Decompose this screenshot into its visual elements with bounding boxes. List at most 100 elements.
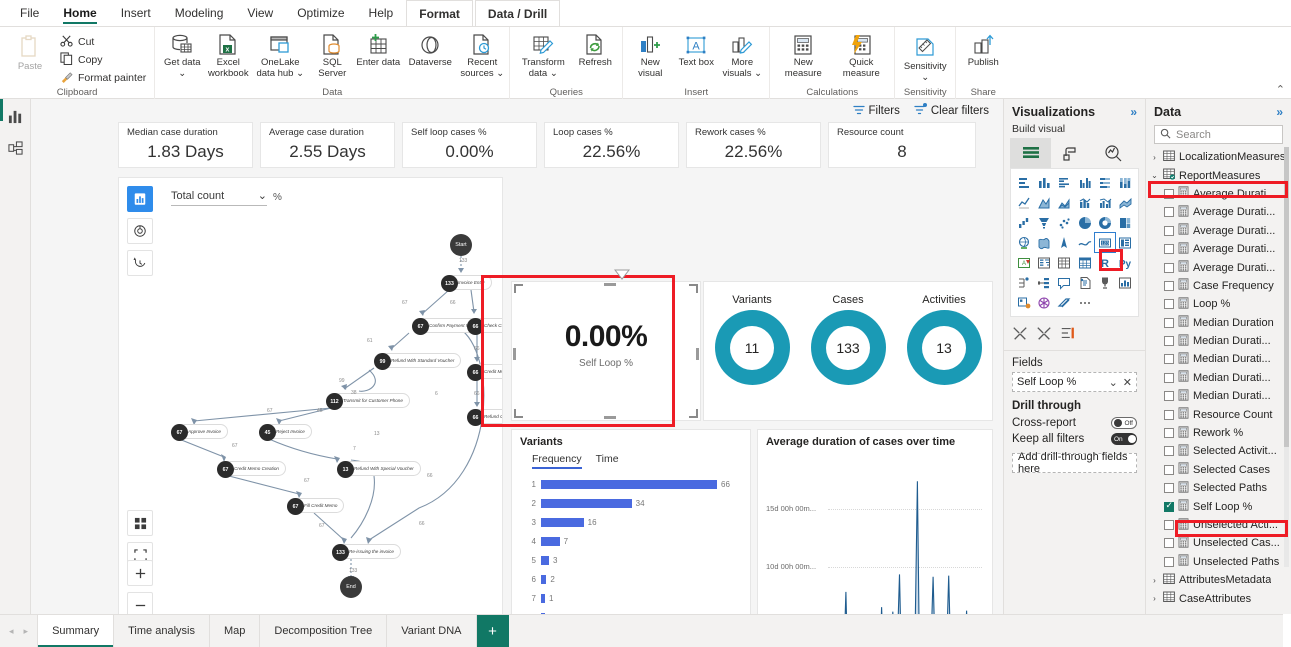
process-node[interactable]: 133 Re-issuing the invoice	[325, 537, 401, 570]
viz-type-line-stacked-column-chart[interactable]	[1075, 193, 1094, 212]
tab-time[interactable]: Time	[596, 453, 619, 469]
resize-handle-ne[interactable]	[689, 284, 698, 293]
prev-page-button[interactable]: ◂	[9, 626, 14, 637]
ribbon-tab-format[interactable]: Format	[406, 0, 473, 26]
process-node[interactable]: 67 Fill Credit Memo	[280, 491, 345, 524]
field-item-selected-paths[interactable]: Selected Paths	[1150, 479, 1291, 497]
resize-handle-s[interactable]	[604, 416, 616, 419]
self-loop-card-visual[interactable]: 0.00% Self Loop %	[511, 281, 701, 421]
viz-type-card-visual[interactable]: 123	[1094, 232, 1116, 253]
viz-type-stacked-area-chart[interactable]	[1055, 193, 1074, 212]
field-item-unselected-paths[interactable]: Unselected Paths	[1150, 553, 1291, 571]
build-tool-icon[interactable]	[1012, 325, 1028, 344]
process-node-start[interactable]: Start	[450, 234, 472, 256]
analytics-tab[interactable]	[1092, 138, 1133, 168]
variant-bar-row[interactable]: 2 34	[520, 494, 742, 513]
viz-type-matrix-visual[interactable]	[1075, 253, 1094, 272]
variant-bar[interactable]	[541, 575, 547, 584]
kpi-card[interactable]: Average case duration 2.55 Days	[260, 122, 395, 168]
process-node[interactable]: 13 Refund With Special Voucher	[330, 454, 421, 487]
collapse-ribbon-button[interactable]: ⌃	[1276, 83, 1285, 96]
format-painter-button[interactable]: Format painter	[56, 69, 150, 87]
add-page-button[interactable]: +	[476, 615, 509, 647]
viz-type-area-chart[interactable]	[1034, 193, 1053, 212]
process-node[interactable]: 99 Refund With Standard Voucher	[367, 346, 462, 379]
field-checkbox[interactable]	[1164, 500, 1174, 512]
chevron-down-icon[interactable]: ⌄	[921, 72, 929, 83]
field-checkbox[interactable]	[1164, 280, 1174, 291]
table-item-attributesmetadata[interactable]: › AttributesMetadata	[1150, 571, 1291, 589]
kpi-card[interactable]: Resource count 8	[828, 122, 976, 168]
field-checkbox[interactable]	[1164, 336, 1174, 347]
collapse-pane-icon[interactable]: »	[1276, 105, 1283, 119]
text-box-button[interactable]: A Text box	[673, 30, 719, 69]
table-item-localizationmeasures[interactable]: › LocalizationMeasures	[1150, 148, 1291, 166]
viz-type-key-influencers-visual[interactable]	[1034, 273, 1053, 292]
viz-type-power-automate-visual[interactable]	[1034, 293, 1053, 312]
table-item-reportmeasures[interactable]: ⌄ ReportMeasures	[1150, 166, 1291, 184]
search-input[interactable]: Search	[1154, 125, 1283, 144]
field-checkbox[interactable]	[1164, 520, 1174, 530]
page-tab-time-analysis[interactable]: Time analysis	[114, 615, 210, 647]
dataverse-button[interactable]: Dataverse	[401, 30, 459, 69]
field-item-rework[interactable]: Rework %	[1150, 424, 1291, 442]
viz-type-100-stacked-column-chart[interactable]	[1116, 173, 1135, 192]
field-item-selected-cases[interactable]: Selected Cases	[1150, 461, 1291, 479]
donut-kpi[interactable]: Variants 11	[704, 282, 800, 420]
sensitivity-button[interactable]: Sensitivity ⌄	[899, 30, 951, 83]
page-tab-map[interactable]: Map	[209, 615, 261, 647]
field-checkbox[interactable]	[1164, 299, 1174, 310]
model-relationship-icon[interactable]	[3, 137, 27, 159]
refresh-button[interactable]: Refresh	[572, 30, 618, 69]
cut-button[interactable]: Cut	[56, 33, 150, 51]
chevron-down-icon[interactable]: ⌄	[1109, 376, 1118, 389]
field-item-median-durati[interactable]: Median Durati...	[1150, 332, 1291, 350]
viz-type-scatter-chart[interactable]	[1055, 213, 1074, 232]
viz-type-funnel-chart[interactable]	[1034, 213, 1053, 232]
field-checkbox[interactable]	[1164, 262, 1174, 273]
more-visuals-button[interactable]: More visuals ⌄	[719, 30, 765, 79]
process-node[interactable]: 66Refund Customer	[460, 402, 502, 435]
viz-type-azure-map-visual[interactable]	[1055, 233, 1074, 252]
variant-bar[interactable]	[541, 594, 545, 603]
ribbon-tab-modeling[interactable]: Modeling	[163, 0, 236, 26]
field-item-loop[interactable]: Loop %	[1150, 295, 1291, 313]
field-checkbox[interactable]	[1164, 391, 1174, 402]
field-item-median-durati[interactable]: Median Durati...	[1150, 350, 1291, 368]
field-checkbox[interactable]	[1164, 372, 1174, 383]
viz-type-power-apps-visual[interactable]	[1014, 293, 1033, 312]
viz-type-r-script-visual[interactable]: R	[1095, 253, 1114, 272]
transform-data-button[interactable]: Transform data ⌄	[514, 30, 572, 79]
field-item-average-durati[interactable]: Average Durati...	[1150, 222, 1291, 240]
new-measure-button[interactable]: New measure	[774, 30, 832, 79]
variant-bar[interactable]	[541, 537, 560, 546]
new-visual-button[interactable]: New visual	[627, 30, 673, 79]
tab-frequency[interactable]: Frequency	[532, 453, 582, 469]
field-checkbox[interactable]	[1164, 244, 1174, 255]
format-visual-tab[interactable]	[1051, 138, 1092, 168]
viz-type-table-visual[interactable]	[1055, 253, 1074, 272]
viz-type-treemap-chart[interactable]	[1116, 213, 1135, 232]
kpi-card[interactable]: Self loop cases % 0.00%	[402, 122, 537, 168]
viz-type-stacked-bar-chart[interactable]	[1014, 173, 1033, 192]
viz-type-map-visual[interactable]	[1014, 233, 1033, 252]
process-node[interactable]: 67 Approve Invoice	[164, 417, 228, 450]
keep-all-filters-toggle[interactable]: On	[1111, 433, 1137, 445]
analytics-tool-icon[interactable]	[1060, 325, 1076, 344]
field-item-case-frequency[interactable]: Case Frequency	[1150, 277, 1291, 295]
field-checkbox[interactable]	[1164, 317, 1174, 328]
donut-kpi-visual[interactable]: Variants 11 Cases 133 Activities 13	[703, 281, 993, 421]
variant-bar-row[interactable]: 62	[520, 570, 742, 589]
viz-type-smart-narrative-visual[interactable]	[1075, 273, 1094, 292]
sql-server-button[interactable]: SQL Server	[309, 30, 355, 79]
ribbon-tab-home[interactable]: Home	[51, 0, 108, 26]
variant-bar[interactable]	[541, 499, 632, 508]
viz-type-multi-row-card-visual[interactable]	[1116, 233, 1135, 252]
report-chart-icon[interactable]	[3, 105, 27, 127]
process-node[interactable]: 66Credit Memo Entry	[460, 357, 502, 390]
page-tab-summary[interactable]: Summary	[37, 615, 115, 647]
field-checkbox[interactable]	[1164, 538, 1174, 549]
chevron-down-icon[interactable]: ⌄	[296, 68, 304, 79]
paste-button[interactable]: Paste	[4, 30, 56, 87]
field-checkbox[interactable]	[1164, 188, 1174, 199]
